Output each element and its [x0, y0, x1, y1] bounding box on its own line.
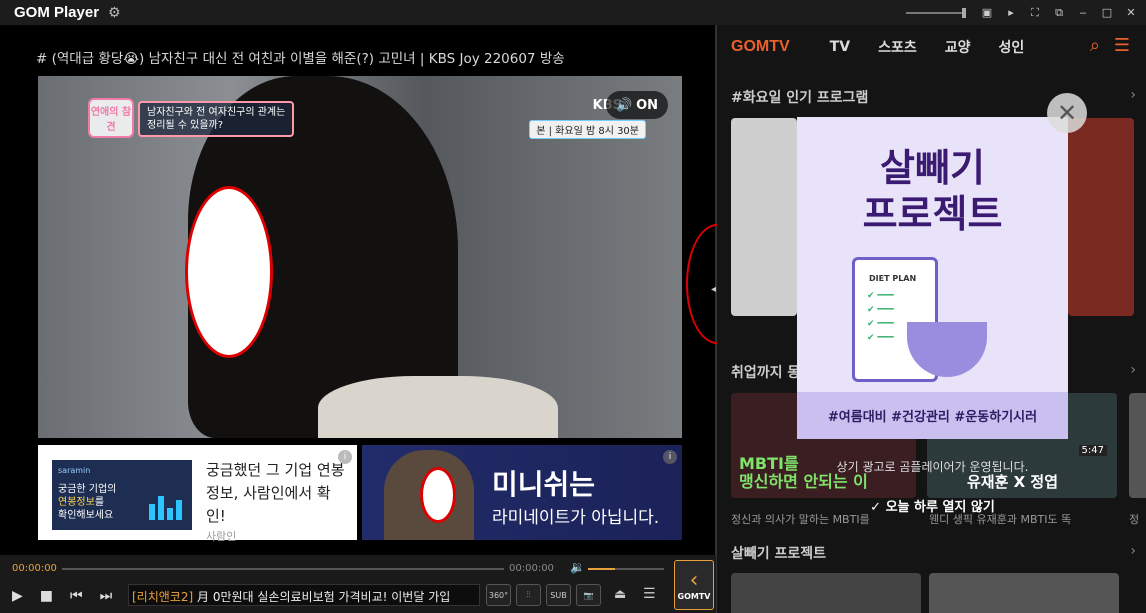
ad-ticker[interactable]: [리치앤코2] 月 0만원대 실손의료비보험 가격비교! 이번달 가입	[128, 584, 480, 606]
video-title: # (역대급 황당😭) 남자친구 대신 전 여친과 이별을 해준(?) 고민녀 …	[36, 51, 565, 67]
popup-notice: 상기 광고로 곰플레이어가 운영됩니다.	[836, 460, 1029, 474]
popup-title-line-1: 살빼기	[880, 146, 985, 190]
ad-advertiser: 사람인	[206, 530, 237, 543]
video-subject-shoulder	[318, 376, 558, 438]
section-title-diet: 살빼기 프로젝트	[731, 546, 827, 562]
ad-banner-minish[interactable]: 미니쉬는 라미네이트가 아닙니다. i	[362, 445, 682, 540]
video-frame[interactable]: 연애의 참견 남자친구와 전 여자친구의 관계는 정리될 수 있을까? KBS …	[38, 76, 682, 438]
ad-copy: 궁금했던 그 기업 연봉정보, 사람인에서 확인!	[206, 461, 345, 525]
ticker-text: 月 0만원대 실손의료비보험 가격비교! 이번달 가입	[197, 590, 451, 604]
caption-line-1: 남자친구와 전 여자친구의 관계는	[147, 107, 286, 118]
ad-banner-saramin[interactable]: saramin 궁금한 기업의 연봉정보를 확인해보세요 궁금했던 그 기업 연…	[38, 445, 357, 543]
ad-headline: 미니쉬는	[492, 468, 596, 501]
list-menu-icon[interactable]: ☰	[1114, 35, 1130, 56]
popup-close-icon[interactable]: ✕	[1047, 93, 1087, 133]
popup-title: 살빼기 프로젝트	[797, 145, 1068, 237]
player-area: # (역대급 황당😭) 남자친구 대신 전 여친과 이별을 해준(?) 고민녀 …	[0, 25, 716, 555]
gear-icon[interactable]: ⚙	[108, 5, 121, 21]
popup-hashtags: #여름대비 #건강관리 #운동하기시러	[797, 392, 1068, 439]
play-icon[interactable]: ▶	[12, 588, 23, 604]
vr-360-button[interactable]: 360°	[486, 584, 511, 606]
player-mode-icon[interactable]: ▸	[1004, 6, 1018, 20]
stop-icon[interactable]: ■	[40, 588, 53, 604]
chevron-right-icon[interactable]: ›	[1130, 87, 1136, 103]
gomtv-label: GOMTV	[677, 591, 711, 601]
volume-level	[588, 568, 615, 570]
fullscreen-icon[interactable]: ⛶	[1028, 6, 1042, 20]
bar-graph-icon	[149, 496, 182, 520]
ad-thumb-line-1: 궁금한 기업의	[58, 484, 117, 495]
search-icon[interactable]: ⌕	[1090, 35, 1100, 56]
tab-sports[interactable]: 스포츠	[878, 37, 917, 57]
blurred-face	[185, 186, 273, 358]
title-bar: GOM Player ⚙ ▣ ▸ ⛶ ⧉ ‒ □ ✕	[0, 0, 1146, 25]
seek-bar[interactable]	[62, 568, 504, 570]
sound-on-button[interactable]: 🔊 ON	[606, 91, 668, 119]
caption-line-2: 정리될 수 있을까?	[147, 120, 224, 131]
control-bar: 00:00:00 00:00:00 🔉 ▶ ■ ⏮ ⏭ [리치앤코2] 月 0만…	[0, 555, 716, 613]
previous-icon[interactable]: ⏮	[70, 588, 83, 604]
diet-plan-label: DIET PLAN	[869, 274, 917, 283]
show-logo: 연애의 참견	[88, 98, 134, 138]
playback-buttons: ▶ ■ ⏮ ⏭	[12, 585, 112, 607]
popup-ad[interactable]: 살빼기 프로젝트 DIET PLAN ✔ ━━━ ✔ ━━━ ✔ ━━━ ✔ ━━━ …	[797, 117, 1068, 439]
ad-thumbnail: saramin 궁금한 기업의 연봉정보를 확인해보세요	[52, 460, 192, 530]
gomtv-toggle-button[interactable]: ‹ GOMTV	[674, 560, 714, 610]
tab-adult[interactable]: 성인	[998, 37, 1024, 57]
program-card[interactable]	[1068, 118, 1134, 316]
close-icon[interactable]: ✕	[1124, 6, 1138, 20]
section-title-tuesday: #화요일 인기 프로그램	[731, 90, 869, 106]
time-current: 00:00:00	[12, 563, 57, 574]
blurred-face	[420, 467, 456, 523]
next-icon[interactable]: ⏭	[100, 588, 113, 604]
ad-brand: saramin	[58, 466, 91, 475]
sound-on-label: ON	[636, 97, 659, 113]
pip-icon[interactable]: ▣	[980, 6, 994, 20]
popup-title-line-2: 프로젝트	[862, 192, 1003, 236]
gomtv-nav: GOMTV TV 스포츠 교양 성인 ⌕ ☰	[717, 25, 1146, 69]
menu-icon[interactable]: ☰	[643, 586, 656, 602]
hide-today-checkbox[interactable]: ✓ 오늘 하루 열지 않기	[797, 496, 1068, 515]
equalizer-icon[interactable]: ⫶⫶	[516, 584, 541, 606]
video-card[interactable]	[1129, 393, 1146, 498]
app-title: GOM Player	[14, 4, 100, 21]
ticker-tag: [리치앤코2]	[132, 590, 194, 604]
chevron-right-icon[interactable]: ›	[1130, 543, 1136, 559]
time-total: 00:00:00	[509, 563, 554, 574]
window-controls: ▣ ▸ ⛶ ⧉ ‒ □ ✕	[906, 0, 1138, 25]
video-caption: 남자친구와 전 여자친구의 관계는 정리될 수 있을까?	[138, 101, 295, 137]
video-card[interactable]	[731, 573, 921, 613]
minimize-icon[interactable]: ‒	[1076, 6, 1090, 20]
opacity-slider[interactable]	[906, 7, 966, 18]
video-card[interactable]	[929, 573, 1119, 613]
section-title-career: 취업까지 몽	[731, 365, 801, 381]
volume-icon[interactable]: 🔉	[570, 560, 585, 574]
tool-buttons: 360° ⫶⫶ SUB 📷	[486, 584, 601, 606]
gomtv-logo[interactable]: GOMTV	[731, 38, 790, 56]
maximize-icon[interactable]: □	[1100, 6, 1114, 20]
thumb-text: 맹신하면 안되는 이	[739, 472, 868, 491]
volume-slider[interactable]	[588, 568, 664, 570]
duration-badge: 5:47	[1078, 445, 1107, 456]
subtitle-button[interactable]: SUB	[546, 584, 571, 606]
speaker-icon: 🔊	[615, 97, 633, 113]
chevron-left-icon: ‹	[689, 567, 699, 593]
camera-icon[interactable]: 📷	[576, 584, 601, 606]
eject-icon[interactable]: ⏏	[614, 587, 626, 602]
ad-thumb-highlight: 연봉정보	[58, 497, 95, 508]
tab-culture[interactable]: 교양	[945, 37, 971, 57]
ad-thumb-line-2: 를	[94, 497, 105, 508]
tab-tv[interactable]: TV	[830, 39, 850, 55]
chevron-right-icon[interactable]: ›	[1130, 362, 1136, 378]
program-card[interactable]	[731, 118, 797, 316]
collapse-arrow-icon[interactable]: ◂	[711, 284, 716, 295]
ad-subline: 라미네이트가 아닙니다.	[492, 508, 660, 528]
video-caption[interactable]: 정	[1129, 511, 1146, 527]
broadcast-schedule: 본 | 화요일 밤 8시 30분	[529, 120, 646, 139]
ad-info-icon[interactable]: i	[663, 450, 677, 464]
ad-info-icon[interactable]: i	[338, 450, 352, 464]
always-on-top-icon[interactable]: ⧉	[1052, 6, 1066, 20]
